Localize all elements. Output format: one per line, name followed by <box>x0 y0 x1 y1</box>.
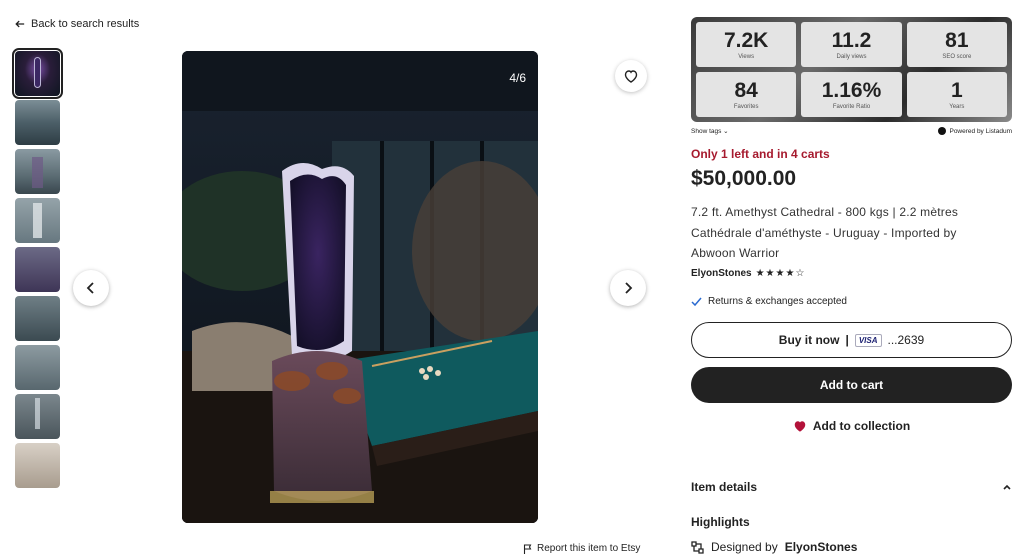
thumbnail[interactable] <box>15 149 60 194</box>
designed-by-shop[interactable]: ElyonStones <box>785 540 858 554</box>
shop-info: ElyonStones ★★★★☆ <box>691 268 805 279</box>
add-to-collection-label: Add to collection <box>812 419 911 433</box>
stat-seo-score: 81 SEO score <box>906 22 1007 67</box>
chevron-down-icon: ⌄ <box>723 128 729 135</box>
stat-value: 11.2 <box>831 28 872 52</box>
report-label: Report this item to Etsy <box>537 543 641 554</box>
card-number: ...2639 <box>887 333 925 347</box>
stat-value: 84 <box>734 78 758 102</box>
main-product-image: 4/6 <box>182 51 538 523</box>
heart-filled-icon <box>794 421 806 432</box>
stats-footer: Show tags ⌄ Powered by Listadum <box>691 127 1012 135</box>
thumbnail-strip <box>12 48 63 488</box>
item-details-toggle[interactable]: Item details <box>691 480 1012 494</box>
stat-value: 81 <box>945 28 969 52</box>
visa-card-icon: VISA <box>854 333 882 347</box>
chevron-left-icon <box>86 282 94 294</box>
show-tags-label: Show tags <box>691 128 722 135</box>
back-link-label: Back to search results <box>31 18 140 30</box>
stat-label: SEO score <box>942 53 972 60</box>
highlights-heading: Highlights <box>691 515 750 529</box>
returns-label: Returns & exchanges accepted <box>708 296 847 307</box>
buy-it-now-button[interactable]: Buy it now | VISA ...2639 <box>691 322 1012 358</box>
thumbnail[interactable] <box>15 100 60 145</box>
item-details-heading: Item details <box>691 480 758 494</box>
report-item-link[interactable]: Report this item to Etsy <box>523 543 640 554</box>
check-icon <box>691 297 702 307</box>
buy-now-label: Buy it now <box>778 333 840 347</box>
powered-by-label: Powered by Listadum <box>949 127 1012 135</box>
separator: | <box>845 333 849 347</box>
previous-image-button[interactable] <box>73 270 109 306</box>
stat-favorite-ratio: 1.16% Favorite Ratio <box>801 72 902 117</box>
flag-icon <box>523 543 532 554</box>
stat-label: Years <box>949 103 965 110</box>
add-to-cart-button[interactable]: Add to cart <box>691 367 1012 403</box>
shop-name-link[interactable]: ElyonStones <box>691 268 752 279</box>
designed-by-prefix: Designed by <box>711 540 778 554</box>
next-image-button[interactable] <box>610 270 646 306</box>
favorite-button[interactable] <box>615 60 647 92</box>
stat-favorites: 84 Favorites <box>696 72 797 117</box>
stock-notice: Only 1 left and in 4 carts <box>691 147 830 161</box>
stat-views: 7.2K Views <box>696 22 797 67</box>
thumbnail[interactable] <box>15 443 60 488</box>
stat-value: 7.2K <box>723 28 769 52</box>
stat-value: 1.16% <box>821 78 882 102</box>
back-to-search-link[interactable]: Back to search results <box>15 18 139 30</box>
stat-years: 1 Years <box>906 72 1007 117</box>
returns-info: Returns & exchanges accepted <box>691 296 847 307</box>
thumbnail[interactable] <box>15 394 60 439</box>
powered-by: Powered by Listadum <box>938 127 1012 135</box>
chevron-up-icon <box>1003 484 1011 490</box>
show-tags-toggle[interactable]: Show tags ⌄ <box>691 127 729 135</box>
star-rating: ★★★★☆ <box>755 268 806 279</box>
thumbnail[interactable] <box>15 296 60 341</box>
thumbnail[interactable] <box>15 198 60 243</box>
stat-label: Favorites <box>733 103 759 110</box>
amethyst-cathedral-illustration <box>182 51 538 523</box>
thumbnail[interactable] <box>15 345 60 390</box>
listing-title: 7.2 ft. Amethyst Cathedral - 800 kgs | 2… <box>691 205 959 260</box>
chevron-right-icon <box>625 282 633 294</box>
stat-daily-views: 11.2 Daily views <box>801 22 902 67</box>
listing-stats-panel: 7.2K Views 11.2 Daily views 81 SEO score 84… <box>691 17 1012 122</box>
stat-value: 1 <box>950 78 963 102</box>
stat-label: Views <box>738 53 755 60</box>
designed-by-row: Designed by ElyonStones <box>691 540 857 554</box>
stat-label: Favorite Ratio <box>832 103 871 110</box>
arrow-left-icon <box>15 20 25 28</box>
add-to-collection-button[interactable]: Add to collection <box>691 419 1012 433</box>
listadum-logo-icon <box>938 127 947 135</box>
thumbnail[interactable] <box>15 247 60 292</box>
price: $50,000.00 <box>691 167 797 190</box>
heart-outline-icon <box>624 70 638 83</box>
stat-label: Daily views <box>836 53 867 60</box>
thumbnail[interactable] <box>12 48 63 99</box>
tools-icon <box>691 540 704 554</box>
image-counter: 4/6 <box>509 71 526 85</box>
